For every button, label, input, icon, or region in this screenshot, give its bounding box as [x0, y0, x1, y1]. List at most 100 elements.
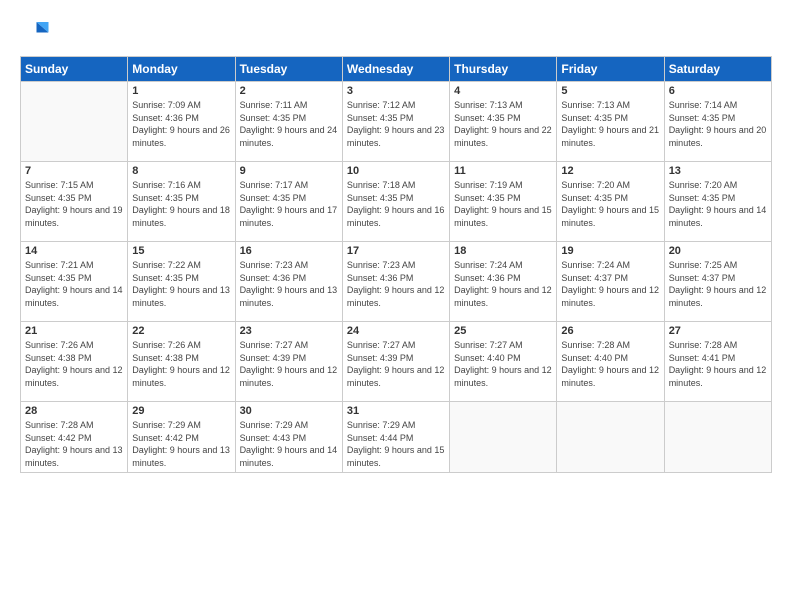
calendar-day-header: Sunday: [21, 57, 128, 82]
calendar-day-cell: [664, 402, 771, 473]
day-info: Sunrise: 7:21 AM Sunset: 4:35 PM Dayligh…: [25, 259, 123, 309]
day-info: Sunrise: 7:14 AM Sunset: 4:35 PM Dayligh…: [669, 99, 767, 149]
day-info: Sunrise: 7:12 AM Sunset: 4:35 PM Dayligh…: [347, 99, 445, 149]
calendar-day-cell: 11 Sunrise: 7:19 AM Sunset: 4:35 PM Dayl…: [450, 162, 557, 242]
calendar-day-cell: 7 Sunrise: 7:15 AM Sunset: 4:35 PM Dayli…: [21, 162, 128, 242]
calendar-day-cell: 22 Sunrise: 7:26 AM Sunset: 4:38 PM Dayl…: [128, 322, 235, 402]
day-number: 6: [669, 85, 767, 97]
calendar-day-cell: 28 Sunrise: 7:28 AM Sunset: 4:42 PM Dayl…: [21, 402, 128, 473]
day-info: Sunrise: 7:25 AM Sunset: 4:37 PM Dayligh…: [669, 259, 767, 309]
calendar-day-header: Wednesday: [342, 57, 449, 82]
day-info: Sunrise: 7:13 AM Sunset: 4:35 PM Dayligh…: [454, 99, 552, 149]
day-number: 14: [25, 245, 123, 257]
day-info: Sunrise: 7:29 AM Sunset: 4:43 PM Dayligh…: [240, 419, 338, 469]
day-number: 20: [669, 245, 767, 257]
calendar-day-cell: 6 Sunrise: 7:14 AM Sunset: 4:35 PM Dayli…: [664, 82, 771, 162]
calendar-day-cell: 9 Sunrise: 7:17 AM Sunset: 4:35 PM Dayli…: [235, 162, 342, 242]
day-number: 28: [25, 405, 123, 417]
calendar-day-header: Saturday: [664, 57, 771, 82]
day-number: 2: [240, 85, 338, 97]
day-info: Sunrise: 7:11 AM Sunset: 4:35 PM Dayligh…: [240, 99, 338, 149]
day-info: Sunrise: 7:20 AM Sunset: 4:35 PM Dayligh…: [561, 179, 659, 229]
calendar-day-cell: 1 Sunrise: 7:09 AM Sunset: 4:36 PM Dayli…: [128, 82, 235, 162]
calendar-day-cell: 25 Sunrise: 7:27 AM Sunset: 4:40 PM Dayl…: [450, 322, 557, 402]
calendar-day-cell: 14 Sunrise: 7:21 AM Sunset: 4:35 PM Dayl…: [21, 242, 128, 322]
day-number: 22: [132, 325, 230, 337]
day-info: Sunrise: 7:20 AM Sunset: 4:35 PM Dayligh…: [669, 179, 767, 229]
day-info: Sunrise: 7:13 AM Sunset: 4:35 PM Dayligh…: [561, 99, 659, 149]
calendar-day-cell: 8 Sunrise: 7:16 AM Sunset: 4:35 PM Dayli…: [128, 162, 235, 242]
day-number: 30: [240, 405, 338, 417]
calendar-week-row: 1 Sunrise: 7:09 AM Sunset: 4:36 PM Dayli…: [21, 82, 772, 162]
day-number: 18: [454, 245, 552, 257]
day-number: 1: [132, 85, 230, 97]
day-info: Sunrise: 7:16 AM Sunset: 4:35 PM Dayligh…: [132, 179, 230, 229]
day-number: 13: [669, 165, 767, 177]
calendar-week-row: 7 Sunrise: 7:15 AM Sunset: 4:35 PM Dayli…: [21, 162, 772, 242]
day-number: 19: [561, 245, 659, 257]
day-info: Sunrise: 7:24 AM Sunset: 4:37 PM Dayligh…: [561, 259, 659, 309]
calendar-day-cell: 20 Sunrise: 7:25 AM Sunset: 4:37 PM Dayl…: [664, 242, 771, 322]
calendar-week-row: 28 Sunrise: 7:28 AM Sunset: 4:42 PM Dayl…: [21, 402, 772, 473]
day-info: Sunrise: 7:09 AM Sunset: 4:36 PM Dayligh…: [132, 99, 230, 149]
day-info: Sunrise: 7:22 AM Sunset: 4:35 PM Dayligh…: [132, 259, 230, 309]
day-number: 24: [347, 325, 445, 337]
day-number: 12: [561, 165, 659, 177]
calendar-week-row: 21 Sunrise: 7:26 AM Sunset: 4:38 PM Dayl…: [21, 322, 772, 402]
day-info: Sunrise: 7:28 AM Sunset: 4:42 PM Dayligh…: [25, 419, 123, 469]
calendar-day-cell: 16 Sunrise: 7:23 AM Sunset: 4:36 PM Dayl…: [235, 242, 342, 322]
day-number: 4: [454, 85, 552, 97]
calendar-day-cell: [557, 402, 664, 473]
calendar-day-cell: 30 Sunrise: 7:29 AM Sunset: 4:43 PM Dayl…: [235, 402, 342, 473]
day-number: 26: [561, 325, 659, 337]
day-info: Sunrise: 7:23 AM Sunset: 4:36 PM Dayligh…: [347, 259, 445, 309]
day-info: Sunrise: 7:27 AM Sunset: 4:39 PM Dayligh…: [347, 339, 445, 389]
calendar-day-cell: 13 Sunrise: 7:20 AM Sunset: 4:35 PM Dayl…: [664, 162, 771, 242]
calendar-table: SundayMondayTuesdayWednesdayThursdayFrid…: [20, 56, 772, 473]
logo: [20, 16, 54, 46]
day-number: 11: [454, 165, 552, 177]
day-number: 3: [347, 85, 445, 97]
day-info: Sunrise: 7:27 AM Sunset: 4:40 PM Dayligh…: [454, 339, 552, 389]
day-number: 5: [561, 85, 659, 97]
day-info: Sunrise: 7:23 AM Sunset: 4:36 PM Dayligh…: [240, 259, 338, 309]
day-number: 7: [25, 165, 123, 177]
calendar-day-header: Tuesday: [235, 57, 342, 82]
day-number: 9: [240, 165, 338, 177]
day-number: 17: [347, 245, 445, 257]
calendar-day-cell: 31 Sunrise: 7:29 AM Sunset: 4:44 PM Dayl…: [342, 402, 449, 473]
calendar-day-cell: 15 Sunrise: 7:22 AM Sunset: 4:35 PM Dayl…: [128, 242, 235, 322]
day-info: Sunrise: 7:17 AM Sunset: 4:35 PM Dayligh…: [240, 179, 338, 229]
calendar-day-cell: 10 Sunrise: 7:18 AM Sunset: 4:35 PM Dayl…: [342, 162, 449, 242]
day-info: Sunrise: 7:15 AM Sunset: 4:35 PM Dayligh…: [25, 179, 123, 229]
day-info: Sunrise: 7:18 AM Sunset: 4:35 PM Dayligh…: [347, 179, 445, 229]
calendar-day-cell: [450, 402, 557, 473]
day-info: Sunrise: 7:29 AM Sunset: 4:42 PM Dayligh…: [132, 419, 230, 469]
calendar-day-header: Friday: [557, 57, 664, 82]
calendar-day-cell: 21 Sunrise: 7:26 AM Sunset: 4:38 PM Dayl…: [21, 322, 128, 402]
day-info: Sunrise: 7:28 AM Sunset: 4:40 PM Dayligh…: [561, 339, 659, 389]
day-info: Sunrise: 7:26 AM Sunset: 4:38 PM Dayligh…: [25, 339, 123, 389]
calendar-day-cell: 18 Sunrise: 7:24 AM Sunset: 4:36 PM Dayl…: [450, 242, 557, 322]
day-number: 29: [132, 405, 230, 417]
calendar-day-cell: 26 Sunrise: 7:28 AM Sunset: 4:40 PM Dayl…: [557, 322, 664, 402]
day-number: 16: [240, 245, 338, 257]
calendar-week-row: 14 Sunrise: 7:21 AM Sunset: 4:35 PM Dayl…: [21, 242, 772, 322]
calendar-day-cell: 17 Sunrise: 7:23 AM Sunset: 4:36 PM Dayl…: [342, 242, 449, 322]
calendar-day-cell: 29 Sunrise: 7:29 AM Sunset: 4:42 PM Dayl…: [128, 402, 235, 473]
day-info: Sunrise: 7:26 AM Sunset: 4:38 PM Dayligh…: [132, 339, 230, 389]
calendar-day-cell: 12 Sunrise: 7:20 AM Sunset: 4:35 PM Dayl…: [557, 162, 664, 242]
day-info: Sunrise: 7:27 AM Sunset: 4:39 PM Dayligh…: [240, 339, 338, 389]
day-number: 21: [25, 325, 123, 337]
calendar-day-cell: 27 Sunrise: 7:28 AM Sunset: 4:41 PM Dayl…: [664, 322, 771, 402]
header: [20, 16, 772, 46]
day-number: 10: [347, 165, 445, 177]
page: SundayMondayTuesdayWednesdayThursdayFrid…: [0, 0, 792, 612]
day-number: 25: [454, 325, 552, 337]
day-info: Sunrise: 7:28 AM Sunset: 4:41 PM Dayligh…: [669, 339, 767, 389]
day-info: Sunrise: 7:19 AM Sunset: 4:35 PM Dayligh…: [454, 179, 552, 229]
calendar-day-header: Thursday: [450, 57, 557, 82]
day-number: 27: [669, 325, 767, 337]
calendar-day-cell: 4 Sunrise: 7:13 AM Sunset: 4:35 PM Dayli…: [450, 82, 557, 162]
day-info: Sunrise: 7:24 AM Sunset: 4:36 PM Dayligh…: [454, 259, 552, 309]
